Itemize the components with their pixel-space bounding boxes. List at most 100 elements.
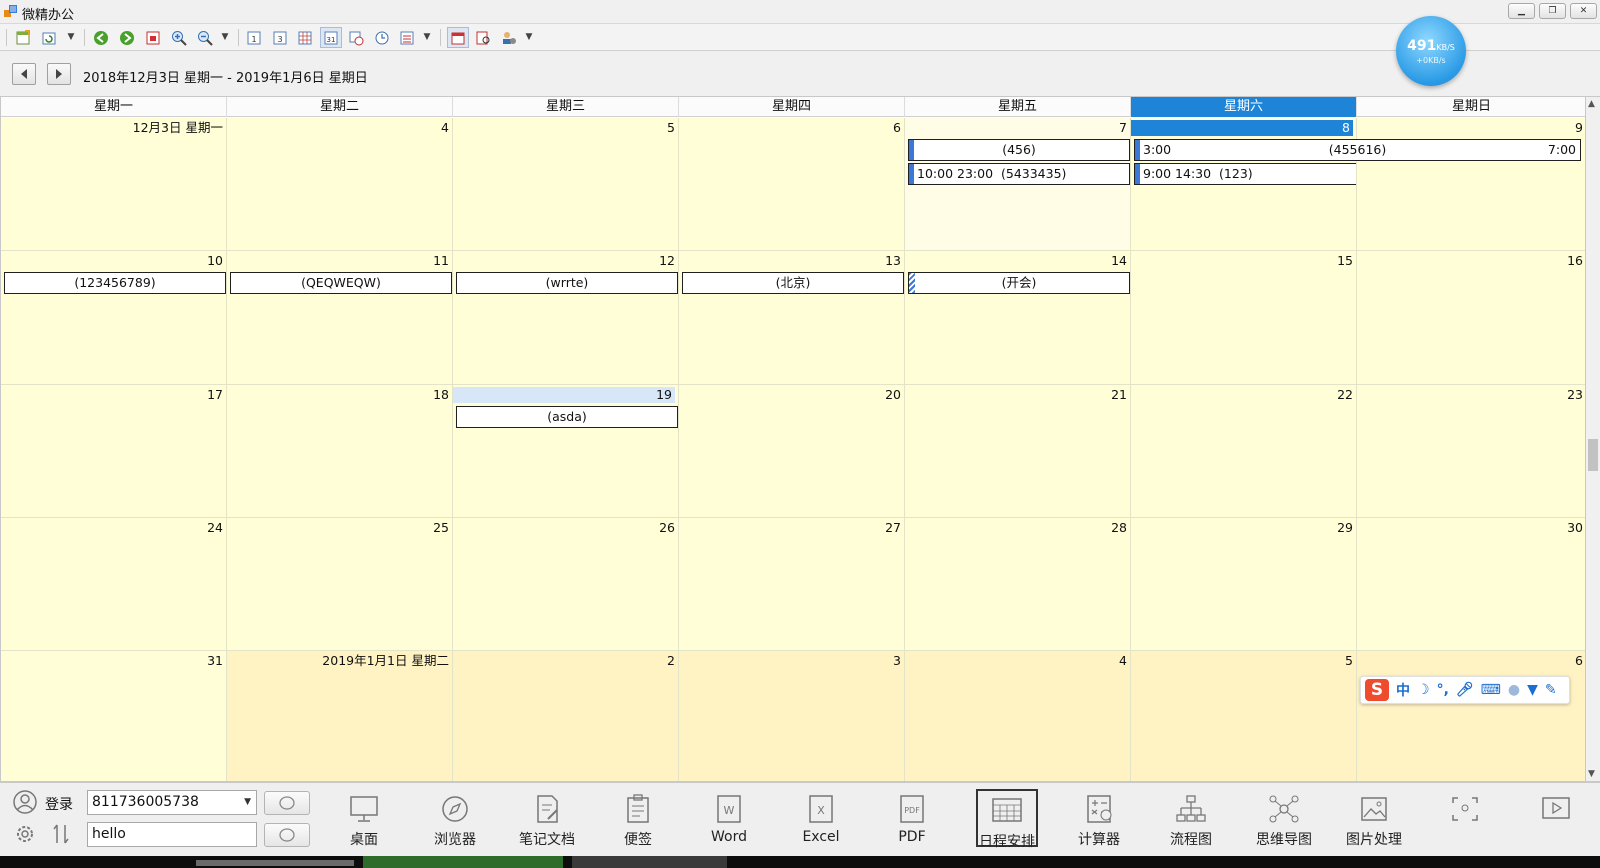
day-cell[interactable]: 5 [453,118,679,251]
calendar-icon[interactable] [447,27,469,48]
calendar-scrollbar[interactable]: ▲ ▼ [1586,96,1600,782]
wrench-icon[interactable]: ✎ [1545,682,1557,698]
scrollbar-thumb[interactable] [1588,439,1598,471]
login-link[interactable]: 登录 [45,794,73,814]
day-cell-next-month[interactable]: 4 [905,651,1131,781]
back-icon[interactable] [90,27,112,48]
user-settings-icon[interactable] [498,27,520,48]
appointment[interactable]: (QEQWEQW) [230,272,452,294]
punctuation-icon[interactable]: °, [1437,682,1449,698]
minimize-button[interactable]: ▁ [1508,3,1535,19]
day-cell[interactable]: 4 [227,118,453,251]
zoom-dropdown-icon[interactable]: ▼ [220,28,230,46]
app-calculator[interactable]: 计算器 [1055,789,1143,848]
app-screenshot[interactable] [1421,789,1509,847]
account-select[interactable]: 811736005738 ▼ [87,790,257,815]
day-cell[interactable]: 18 [227,385,453,518]
month-calendar[interactable]: 星期一 星期二 星期三 星期四 星期五 星期六 星期日 12月3日 星期一 4 … [0,96,1586,782]
day-cell[interactable]: 25 [227,518,453,651]
week-view-icon[interactable] [294,27,316,48]
network-speed-widget[interactable]: 491KB/S +0KB/s [1396,16,1466,86]
zoom-out-icon[interactable] [194,27,216,48]
app-pdf[interactable]: PDF PDF [868,789,956,847]
day-cell[interactable]: 6 [679,118,905,251]
day-cell[interactable]: 31 [1,651,227,781]
day-cell[interactable]: 16 [1357,251,1585,385]
app-schedule[interactable]: 日程安排 [976,789,1038,850]
day-cell-next-month[interactable]: 6 [1357,651,1585,781]
app-image-editor[interactable]: 图片处理 [1330,789,1418,848]
scroll-down-icon[interactable]: ▼ [1588,769,1595,779]
microphone-icon[interactable]: 🎤︎ [1456,682,1474,698]
day-cell[interactable]: 29 [1131,518,1357,651]
day-cell[interactable]: 17 [1,385,227,518]
appointment[interactable]: 3:00 (455616) 7:00 [1134,139,1581,161]
user-dropdown-icon[interactable]: ▼ [524,28,534,46]
app-flowchart[interactable]: 流程图 [1147,789,1235,848]
moon-icon[interactable]: ☽ [1417,682,1430,698]
app-word[interactable]: W Word [685,789,773,847]
refresh-icon[interactable] [38,27,60,48]
account-search-button[interactable] [264,791,310,815]
day-cell[interactable]: 15 [1131,251,1357,385]
close-button[interactable]: ✕ [1570,3,1597,19]
day-cell[interactable]: 23 [1357,385,1585,518]
forward-icon[interactable] [116,27,138,48]
user-avatar-icon[interactable] [12,789,38,815]
appointment[interactable]: (123456789) [4,272,226,294]
appointment[interactable]: 10:00 23:00 (5433435) [908,163,1130,185]
day-cell[interactable]: 28 [905,518,1131,651]
ime-language-toggle[interactable]: 中 [1396,680,1410,700]
appointment[interactable]: (wrrte) [456,272,678,294]
day-cell-next-month[interactable]: 2 [453,651,679,781]
app-desktop[interactable]: 桌面 [320,789,408,848]
day-cell[interactable]: 12月3日 星期一 [1,118,227,251]
day-cell[interactable]: 30 [1357,518,1585,651]
day-cell-next-month[interactable]: 5 [1131,651,1357,781]
app-sticky-notes[interactable]: 便签 [594,789,682,848]
day-cell-next-month[interactable]: 3 [679,651,905,781]
new-appointment-icon[interactable] [12,27,34,48]
today-icon[interactable] [142,27,164,48]
keyboard-icon[interactable]: ⌨ [1481,682,1501,698]
three-day-view-icon[interactable]: 3 [269,27,291,48]
restore-button[interactable]: ❐ [1539,3,1566,19]
previous-period-button[interactable] [12,63,36,85]
app-browser[interactable]: 浏览器 [411,789,499,848]
user-icon[interactable]: ● [1508,682,1520,698]
app-notes[interactable]: 笔记文档 [503,789,591,848]
appointment[interactable]: (开会) [908,272,1130,294]
day-cell[interactable]: 26 [453,518,679,651]
app-video[interactable] [1512,789,1600,847]
search-input[interactable]: hello [87,822,257,847]
day-cell[interactable]: 24 [1,518,227,651]
gear-icon[interactable] [12,821,38,847]
ime-toolbar[interactable]: S 中 ☽ °, 🎤︎ ⌨ ● ▼ ✎ [1360,676,1570,704]
zoom-in-icon[interactable] [168,27,190,48]
day-cell[interactable]: 27 [679,518,905,651]
timeline-view-icon[interactable] [345,27,367,48]
day-cell-today[interactable]: 19 [453,385,679,518]
print-preview-icon[interactable] [472,27,494,48]
next-period-button[interactable] [47,63,71,85]
day-cell[interactable]: 21 [905,385,1131,518]
day-cell[interactable]: 22 [1131,385,1357,518]
search-button[interactable] [264,823,310,847]
day-view-icon[interactable]: 1 [243,27,265,48]
appointment[interactable]: (456) [908,139,1130,161]
app-mind-map[interactable]: 思维导图 [1240,789,1328,848]
clock-view-icon[interactable] [371,27,393,48]
view-dropdown-icon[interactable]: ▼ [422,28,432,46]
appointment[interactable]: (asda) [456,406,678,428]
switch-icon[interactable] [48,821,74,847]
chevron-down-icon[interactable]: ▼ [244,791,251,814]
day-cell[interactable]: 9 [1357,118,1585,251]
scroll-up-icon[interactable]: ▲ [1588,99,1595,109]
skin-icon[interactable]: ▼ [1527,682,1538,698]
ime-logo-icon[interactable]: S [1365,679,1389,701]
month-view-icon[interactable]: 31 [320,27,342,48]
appointment[interactable]: (北京) [682,272,904,294]
app-excel[interactable]: X Excel [777,789,865,847]
appointment[interactable]: 9:00 14:30 (123) [1134,163,1356,185]
day-cell-next-month[interactable]: 2019年1月1日 星期二 [227,651,453,781]
